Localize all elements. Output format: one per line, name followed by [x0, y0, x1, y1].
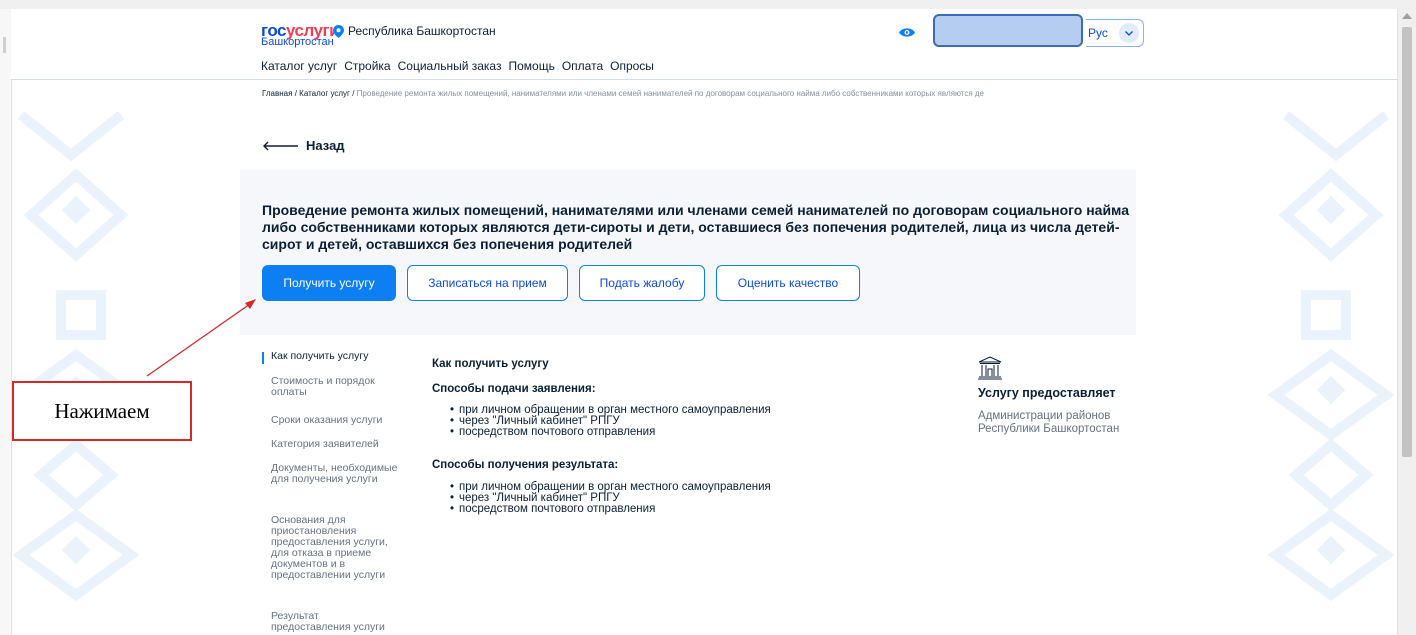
logo-region-text: Башкортостан [261, 36, 334, 48]
get-service-button[interactable]: Получить услугу [262, 265, 396, 301]
nav-catalog[interactable]: Каталог услуг [261, 59, 337, 73]
result-methods-heading: Способы получения результата: [432, 459, 619, 471]
file-complaint-button[interactable]: Подать жалобу [579, 265, 705, 301]
main-nav: Каталог услуг Стройка Социальный заказ П… [261, 59, 654, 73]
ornament-pattern-left [12, 111, 140, 602]
nav-help[interactable]: Помощь [508, 59, 554, 73]
nav-construction[interactable]: Стройка [344, 59, 390, 73]
scroll-up-arrow[interactable] [1402, 13, 1412, 19]
nav-payment[interactable]: Оплата [562, 59, 603, 73]
resize-handle[interactable] [3, 37, 6, 53]
sidenav-item-applicants[interactable]: Категория заявителей [271, 439, 401, 450]
user-profile-redacted[interactable] [933, 14, 1083, 47]
region-selector[interactable]: Республика Башкортостан [333, 24, 496, 38]
submit-methods-heading: Способы подачи заявления: [432, 383, 596, 395]
list-item: посредством почтового отправления [450, 426, 771, 438]
language-dropdown-button[interactable] [1119, 23, 1139, 43]
provider-org: Администрации районов Республики Башкорт… [978, 410, 1120, 435]
ornament-pattern-right [1267, 111, 1395, 602]
provider-title: Услугу предоставляет [978, 386, 1116, 400]
breadcrumb-current: Проведение ремонта жилых помещений, нани… [356, 89, 985, 98]
active-indicator [262, 352, 264, 364]
back-label: Назад [306, 138, 345, 153]
chevron-down-icon [1125, 30, 1133, 36]
breadcrumb-catalog[interactable]: Каталог услуг [299, 89, 350, 98]
sidenav-item-documents[interactable]: Документы, необходимые для получения усл… [271, 463, 401, 485]
sidenav-item-how-to-get[interactable]: Как получить услугу [271, 351, 401, 362]
location-pin-icon [333, 24, 344, 38]
site-header: госуслуги Башкортостан Республика Башкор… [11, 9, 1398, 80]
arrow-left-icon [263, 141, 298, 150]
back-link[interactable]: Назад [262, 138, 345, 153]
submit-methods-list: при личном обращении в орган местного са… [450, 404, 771, 438]
sidenav-item-cost[interactable]: Стоимость и порядок оплаты [271, 376, 401, 398]
breadcrumb-home[interactable]: Главная [262, 89, 292, 98]
breadcrumb: Главная / Каталог услуг / Проведение рем… [262, 89, 985, 98]
annotation-callout: Нажимаем [12, 381, 192, 441]
content-heading: Как получить услугу [432, 358, 549, 370]
nav-social-order[interactable]: Социальный заказ [398, 59, 502, 73]
sidenav-item-terms[interactable]: Сроки оказания услуги [271, 415, 401, 426]
sidenav-item-result[interactable]: Результат предоставления услуги [271, 611, 401, 633]
result-methods-list: при личном обращении в орган местного са… [450, 481, 771, 515]
book-appointment-button[interactable]: Записаться на прием [407, 265, 568, 301]
vertical-scrollbar[interactable] [1397, 9, 1416, 635]
service-title: Проведение ремонта жилых помещений, нани… [262, 202, 1130, 252]
sidenav-item-grounds[interactable]: Основания для приостановления предоставл… [271, 515, 401, 581]
accessibility-eye-icon[interactable] [899, 27, 915, 38]
scroll-thumb[interactable] [1402, 27, 1412, 457]
rate-quality-button[interactable]: Оценить качество [716, 265, 860, 301]
government-building-icon [978, 356, 1002, 380]
list-item: посредством почтового отправления [450, 503, 771, 515]
region-name: Республика Башкортостан [348, 24, 496, 38]
nav-surveys[interactable]: Опросы [610, 59, 654, 73]
language-label: Рус [1088, 26, 1108, 40]
